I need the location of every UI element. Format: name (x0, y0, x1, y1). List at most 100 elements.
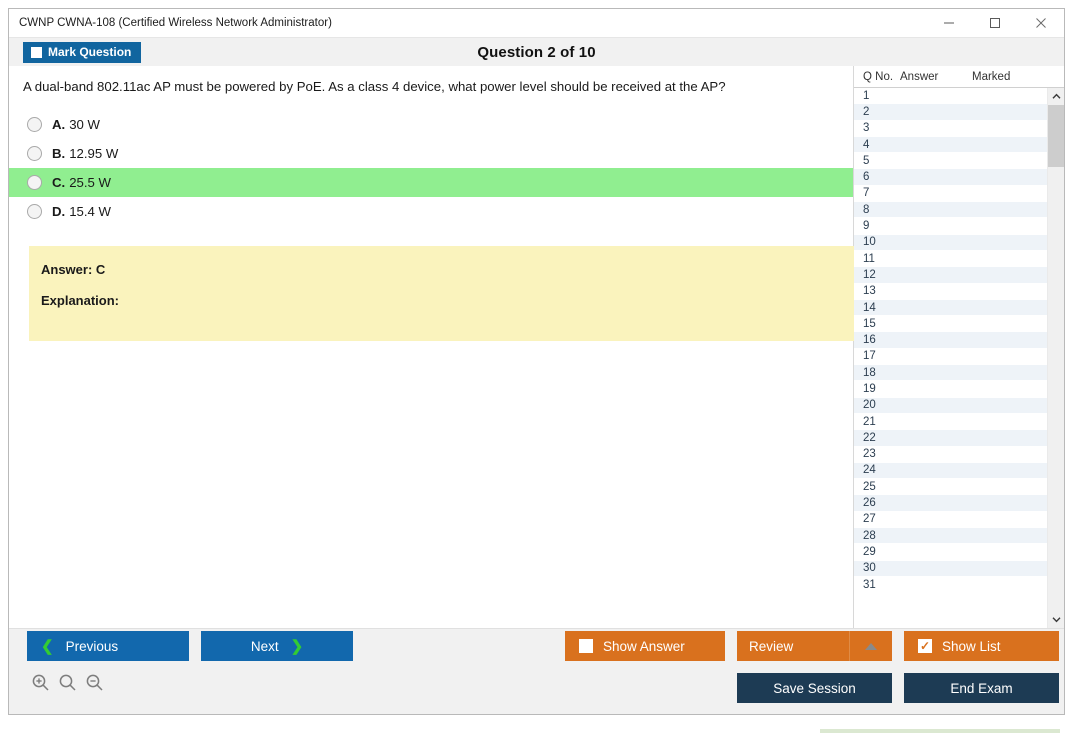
scrollbar-track[interactable] (1048, 105, 1064, 611)
zoom-reset-button[interactable] (58, 673, 77, 692)
question-number-cell: 31 (863, 578, 876, 591)
question-list-row[interactable]: 8 (854, 202, 1047, 219)
zoom-out-icon (86, 674, 103, 691)
question-list-row[interactable]: 9 (854, 218, 1047, 235)
end-exam-button[interactable]: End Exam (904, 673, 1059, 703)
checkmark-icon: ✓ (919, 639, 931, 653)
question-number-cell: 22 (863, 431, 876, 444)
previous-label: Previous (65, 638, 119, 654)
show-answer-button[interactable]: Show Answer (565, 631, 725, 661)
scroll-up-button[interactable] (1048, 88, 1064, 105)
option-c-text: 25.5 W (69, 174, 111, 190)
question-list-row[interactable]: 20 (854, 397, 1047, 414)
question-list-row[interactable]: 27 (854, 512, 1047, 529)
zoom-out-button[interactable] (85, 673, 104, 692)
question-list-row[interactable]: 31 (854, 577, 1047, 594)
review-label: Review (749, 638, 794, 654)
zoom-controls (31, 673, 104, 692)
question-number-cell: 2 (863, 105, 870, 118)
zoom-in-button[interactable] (31, 673, 50, 692)
question-list-row[interactable]: 19 (854, 381, 1047, 398)
previous-button[interactable]: ❮ Previous (27, 631, 189, 661)
content-area: A dual-band 802.11ac AP must be powered … (9, 66, 1064, 628)
maximize-button[interactable] (972, 9, 1018, 37)
question-number-cell: 16 (863, 334, 876, 347)
save-session-label: Save Session (773, 680, 856, 696)
mark-question-button[interactable]: Mark Question (23, 41, 142, 63)
question-list-row[interactable]: 16 (854, 332, 1047, 349)
option-c[interactable]: C. 25.5 W (9, 167, 853, 197)
question-list-row[interactable]: 11 (854, 251, 1047, 268)
question-list-row[interactable]: 25 (854, 479, 1047, 496)
bottom-toolbar: ❮ Previous Next ❯ Show Answer Review ✓ S… (9, 628, 1064, 714)
question-list-row[interactable]: 3 (854, 121, 1047, 137)
question-list-row[interactable]: 10 (854, 234, 1047, 251)
question-number-cell: 3 (863, 122, 870, 135)
question-list-row[interactable]: 26 (854, 495, 1047, 512)
option-d-letter: D. (52, 203, 66, 219)
question-list-row[interactable]: 14 (854, 299, 1047, 317)
question-number-cell: 6 (863, 171, 870, 184)
title-bar: CWNP CWNA-108 (Certified Wireless Networ… (9, 9, 1064, 38)
bottom-edge-accent (820, 729, 1060, 733)
review-dropdown-toggle[interactable] (850, 631, 892, 661)
chevron-up-icon (865, 642, 877, 650)
question-list-row[interactable]: 12 (854, 267, 1047, 284)
question-number-cell: 27 (863, 513, 876, 526)
question-list-row[interactable]: 23 (854, 447, 1047, 463)
question-list-scrollbar[interactable] (1047, 88, 1064, 628)
scroll-down-button[interactable] (1048, 611, 1064, 628)
question-list-row[interactable]: 18 (854, 365, 1047, 382)
question-header-bar: Mark Question Question 2 of 10 (9, 38, 1064, 66)
radio-icon-d[interactable] (27, 203, 42, 219)
window-title: CWNP CWNA-108 (Certified Wireless Networ… (19, 17, 332, 29)
zoom-in-icon (32, 674, 49, 691)
option-b-letter: B. (52, 145, 66, 161)
answer-label: Answer: C (41, 261, 106, 277)
close-button[interactable] (1018, 9, 1064, 37)
option-d[interactable]: D. 15.4 W (9, 197, 853, 226)
question-number-cell: 26 (863, 497, 876, 510)
show-list-button[interactable]: ✓ Show List (904, 631, 1059, 661)
question-list-row[interactable]: 6 (854, 169, 1047, 186)
minimize-button[interactable] (926, 9, 972, 37)
question-text: A dual-band 802.11ac AP must be powered … (23, 79, 726, 94)
zoom-reset-icon (59, 674, 76, 691)
question-list-row[interactable]: 4 (854, 136, 1047, 154)
question-list-row[interactable]: 30 (854, 560, 1047, 577)
question-list-row[interactable]: 22 (854, 430, 1047, 447)
option-a[interactable]: A. 30 W (9, 110, 853, 139)
question-list-row[interactable]: 17 (854, 349, 1047, 366)
question-number-cell: 24 (863, 464, 876, 477)
review-dropdown-button[interactable]: Review (737, 631, 892, 661)
explanation-label: Explanation: (41, 292, 120, 308)
question-panel: A dual-band 802.11ac AP must be powered … (9, 66, 854, 628)
radio-icon-a[interactable] (27, 116, 42, 132)
end-exam-label: End Exam (950, 680, 1013, 696)
question-number-cell: 15 (863, 317, 876, 330)
question-list-row[interactable]: 5 (854, 153, 1047, 170)
question-list-row[interactable]: 21 (854, 414, 1047, 431)
show-answer-checkbox-icon (579, 639, 593, 653)
question-list-row[interactable]: 2 (854, 104, 1047, 121)
exam-window: CWNP CWNA-108 (Certified Wireless Networ… (8, 8, 1065, 715)
question-list-row[interactable]: 28 (854, 528, 1047, 545)
question-list-row[interactable]: 1 (854, 88, 1047, 105)
question-number-cell: 10 (863, 236, 876, 249)
question-number-cell: 21 (863, 415, 876, 428)
next-button[interactable]: Next ❯ (201, 631, 353, 661)
question-list-rows[interactable]: 1 2 3 4 5 6 7 8 9 10 11 12 13 14 15 16 17 18 19 20 21 22 23 24 2… (854, 88, 1047, 628)
question-number-cell: 9 (863, 220, 870, 233)
question-list-row[interactable]: 7 (854, 186, 1047, 203)
scrollbar-thumb[interactable] (1048, 105, 1064, 167)
question-list-row[interactable]: 15 (854, 316, 1047, 333)
save-session-button[interactable]: Save Session (737, 673, 892, 703)
question-list-row[interactable]: 24 (854, 462, 1047, 480)
radio-icon-c[interactable] (27, 174, 42, 190)
question-list-row[interactable]: 29 (854, 544, 1047, 561)
question-number-cell: 8 (863, 203, 870, 216)
radio-icon-b[interactable] (27, 145, 42, 161)
question-list-row[interactable]: 13 (854, 284, 1047, 300)
question-number-cell: 14 (863, 301, 876, 314)
option-b[interactable]: B. 12.95 W (9, 139, 853, 168)
